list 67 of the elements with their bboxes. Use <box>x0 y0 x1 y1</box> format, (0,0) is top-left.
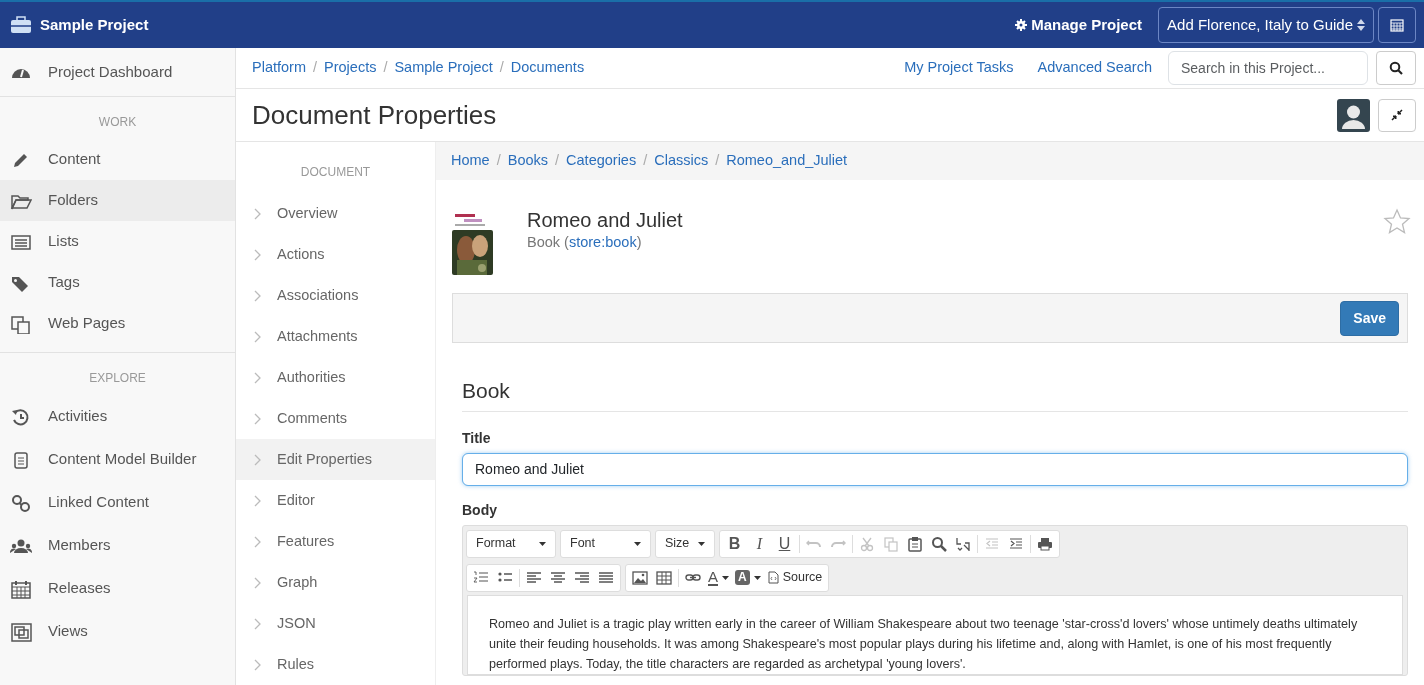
path-link[interactable]: Classics <box>654 150 709 172</box>
sidebar-item[interactable]: Tags <box>0 262 235 303</box>
sidebar-item[interactable]: Views <box>0 610 235 653</box>
sidebar-item[interactable]: Web Pages <box>0 303 235 344</box>
section-title: Book <box>462 375 1408 412</box>
format-dropdown[interactable]: Font <box>561 529 650 558</box>
breadcrumb-separator: / <box>714 151 721 171</box>
document-nav-item[interactable]: Rules <box>236 644 435 685</box>
breadcrumb-link[interactable]: Projects <box>324 57 377 79</box>
format-dropdown[interactable]: Size <box>656 529 714 558</box>
breadcrumb-separator: / <box>495 151 502 171</box>
sidebar-item[interactable]: Linked Content <box>0 481 235 524</box>
sidebar-item[interactable]: Project Dashboard <box>0 48 235 97</box>
format-dropdown[interactable]: Format <box>467 529 555 558</box>
document-type: Book (store:book) <box>527 233 643 252</box>
bold-button[interactable]: B <box>722 531 747 556</box>
breadcrumb-link[interactable]: Sample Project <box>394 57 493 79</box>
section-header: EXPLORE <box>88 370 147 387</box>
sidebar-item[interactable]: Releases <box>0 567 235 610</box>
search-field[interactable]: Search in this Project... <box>1168 51 1368 86</box>
field-label: Body <box>462 500 498 520</box>
field-label: Title <box>462 428 492 448</box>
document-nav-item[interactable]: Associations <box>236 275 435 316</box>
breadcrumb-separator: / <box>382 58 389 78</box>
section-header: WORK <box>97 114 138 131</box>
text-color-button[interactable]: A <box>708 569 729 586</box>
project-name[interactable]: Sample Project <box>40 13 149 37</box>
underline-button[interactable]: U <box>772 531 797 556</box>
italic-button[interactable]: I <box>747 531 772 556</box>
header-link[interactable]: My Project Tasks <box>904 57 1014 79</box>
sidebar-item[interactable]: Members <box>0 524 235 567</box>
breadcrumb-separator: / <box>554 151 561 171</box>
document-nav-item[interactable]: Features <box>236 521 435 562</box>
editor-text[interactable]: Romeo and Juliet is a tragic play written early in the career of William Shakespeare about two teenage 'star-cross'd lovers' whose untimely deaths ultimately unite their feuding households. It was among Shakespeare's most popular plays during his lifetime and, along with Hamlet, is one of his most frequently performed plays. Today, the title characters are regarded as archetypal 'young lovers'. <box>467 594 1403 675</box>
document-title: Romeo and Juliet <box>527 208 684 232</box>
document-nav-item[interactable]: Overview <box>236 193 435 234</box>
guide-select[interactable]: Add Florence, Italy to Guide <box>1158 7 1374 43</box>
title-field[interactable]: Romeo and Juliet <box>462 452 1408 486</box>
document-nav-item[interactable]: Comments <box>236 398 435 439</box>
sidebar-item[interactable]: Content Model Builder <box>0 438 235 481</box>
path-link[interactable]: Home <box>451 150 490 172</box>
sidebar-item[interactable]: Folders <box>0 180 235 221</box>
document-nav-item[interactable]: Graph <box>236 562 435 603</box>
type-link[interactable]: store:book <box>568 234 637 250</box>
sidebar-item[interactable]: Content <box>0 139 235 180</box>
section-header: DOCUMENT <box>299 164 372 181</box>
document-nav-item[interactable]: Actions <box>236 234 435 275</box>
document-nav-item[interactable]: Editor <box>236 480 435 521</box>
breadcrumb-link[interactable]: Platform <box>252 57 306 79</box>
manage-project-link[interactable]: Manage Project <box>1015 13 1143 37</box>
save-button[interactable]: Save <box>1340 300 1399 336</box>
page-title: Document Properties <box>252 98 498 132</box>
breadcrumb-separator: / <box>312 58 319 78</box>
document-nav-item[interactable]: Edit Properties <box>236 439 435 480</box>
document-nav-item[interactable]: Authorities <box>236 357 435 398</box>
path-link[interactable]: Books <box>507 150 549 172</box>
sidebar-item[interactable]: Activities <box>0 395 235 438</box>
breadcrumb-separator: / <box>642 151 649 171</box>
breadcrumb-separator: / <box>498 58 505 78</box>
document-nav-item[interactable]: Attachments <box>236 316 435 357</box>
path-link[interactable]: Categories <box>566 150 637 172</box>
breadcrumb-link[interactable]: Documents <box>510 57 585 79</box>
path-link[interactable]: Romeo_and_Juliet <box>726 150 848 172</box>
source-button[interactable]: Source <box>767 568 823 587</box>
header-link[interactable]: Advanced Search <box>1037 57 1152 79</box>
sidebar-item[interactable]: Lists <box>0 221 235 262</box>
document-nav-item[interactable]: JSON <box>236 603 435 644</box>
